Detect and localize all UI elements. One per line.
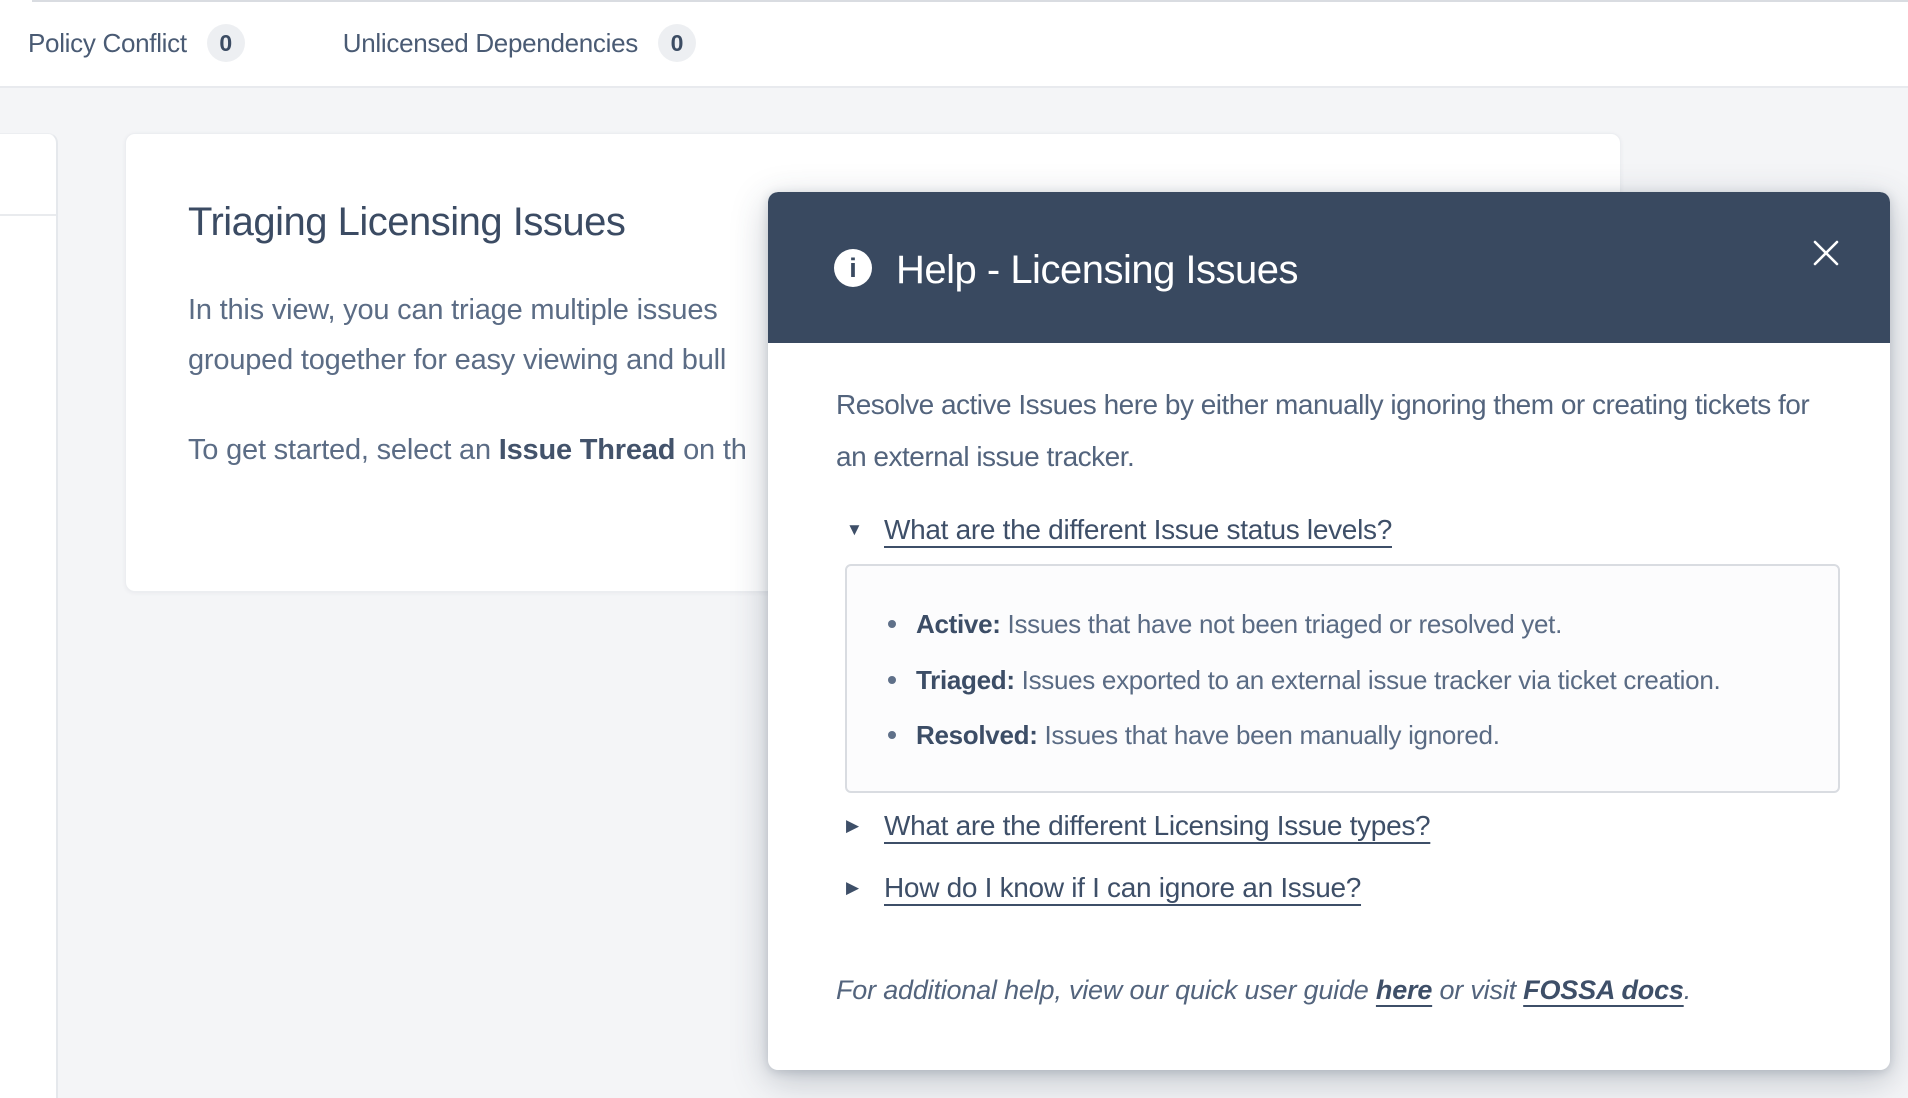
screen: Policy Conflict 0 Unlicensed Dependencie… <box>0 0 1908 1098</box>
page-title: Triaging Licensing Issues <box>188 200 625 245</box>
tab-policy-conflict-label: Policy Conflict <box>28 28 187 59</box>
question-issue-status-levels[interactable]: ▼ What are the different Issue status le… <box>846 512 1392 548</box>
bullet-icon <box>888 731 896 739</box>
status-level-item: Resolved: Issues that have been manually… <box>888 719 1500 751</box>
tab-unlicensed-dependencies[interactable]: Unlicensed Dependencies 0 <box>343 24 696 62</box>
issue-list-panel-edge <box>0 133 58 1098</box>
status-level-item: Triaged: Issues exported to an external … <box>888 664 1720 696</box>
caret-right-icon: ▶ <box>846 816 868 836</box>
caret-right-icon: ▶ <box>846 878 868 898</box>
question-licensing-issue-types[interactable]: ▶ What are the different Licensing Issue… <box>846 808 1430 844</box>
issue-list-panel-header-divider <box>0 214 56 216</box>
bullet-icon <box>888 676 896 684</box>
help-licensing-issues-modal: i Help - Licensing Issues Resolve active… <box>768 192 1890 1070</box>
issue-thread-emphasis: Issue Thread <box>499 434 676 466</box>
fossa-docs-link[interactable]: FOSSA docs <box>1523 975 1684 1005</box>
card-paragraph-line: To get started, select an Issue Thread o… <box>188 434 747 467</box>
close-button[interactable] <box>1808 235 1844 271</box>
tab-unlicensed-dependencies-label: Unlicensed Dependencies <box>343 28 638 59</box>
question-link[interactable]: What are the different Licensing Issue t… <box>884 810 1430 842</box>
tab-policy-conflict-count-badge: 0 <box>207 24 245 62</box>
bullet-icon <box>888 620 896 628</box>
card-paragraph-line: In this view, you can triage multiple is… <box>188 294 718 327</box>
modal-footer-note: For additional help, view our quick user… <box>836 974 1691 1006</box>
tab-policy-conflict[interactable]: Policy Conflict 0 <box>28 24 245 62</box>
modal-intro-line: Resolve active Issues here by either man… <box>836 388 1809 422</box>
issue-type-tabbar: Policy Conflict 0 Unlicensed Dependencie… <box>0 0 1908 88</box>
tabbar-top-border <box>32 0 1908 2</box>
modal-title: Help - Licensing Issues <box>896 246 1298 294</box>
question-link[interactable]: What are the different Issue status leve… <box>884 514 1392 546</box>
status-levels-box: Active: Issues that have not been triage… <box>845 564 1840 793</box>
question-ignore-issue[interactable]: ▶ How do I know if I can ignore an Issue… <box>846 870 1361 906</box>
caret-down-icon: ▼ <box>846 520 868 540</box>
question-link[interactable]: How do I know if I can ignore an Issue? <box>884 872 1361 904</box>
close-icon <box>1811 238 1841 268</box>
info-icon: i <box>834 249 872 287</box>
modal-header: i Help - Licensing Issues <box>768 192 1890 343</box>
card-paragraph-line: grouped together for easy viewing and bu… <box>188 344 726 377</box>
modal-intro-line: an external issue tracker. <box>836 440 1134 474</box>
tab-unlicensed-dependencies-count-badge: 0 <box>658 24 696 62</box>
status-level-item: Active: Issues that have not been triage… <box>888 608 1562 640</box>
user-guide-link[interactable]: here <box>1376 975 1432 1005</box>
